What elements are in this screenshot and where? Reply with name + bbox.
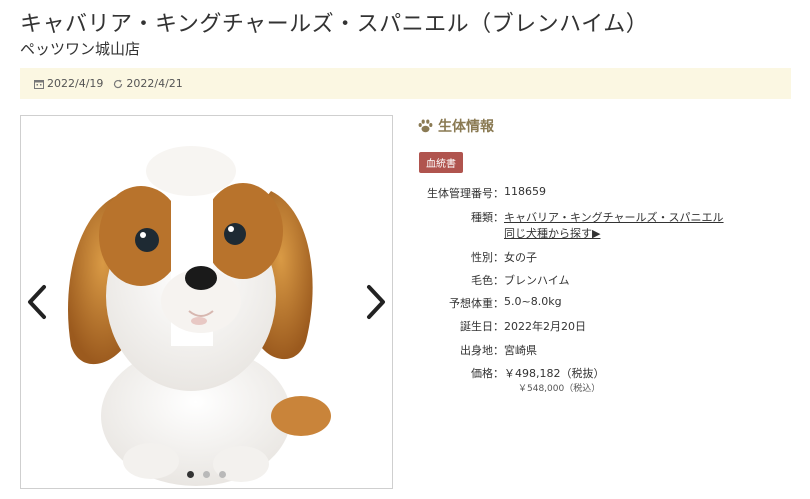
breed-link[interactable]: キャバリア・キングチャールズ・スパニエル [504, 211, 724, 224]
info-row-id: 生体管理番号： 118659 [427, 185, 546, 200]
date-bar: 2022/4/19 2022/4/21 [20, 68, 791, 99]
info-row-price: 価格： ￥498,182（税抜） [471, 367, 605, 380]
info-row-breed: 種類： キャバリア・キングチャールズ・スパニエル 同じ犬種から探す▶ [471, 211, 724, 240]
slide-dot-3[interactable] [219, 471, 227, 478]
same-breed-search-link[interactable]: 同じ犬種から探す▶ [504, 227, 600, 240]
puppy-photo [68, 146, 331, 486]
pet-info-panel: 生体情報 血統書 生体管理番号： 118659 種類： キャバリア・キングチャー… [418, 116, 798, 394]
info-row-sex: 性別： 女の子 [471, 251, 537, 264]
price-with-tax: ￥548,000（税込） [518, 384, 601, 394]
slide-dot-1[interactable] [186, 471, 194, 478]
slide-dot-2[interactable] [203, 471, 210, 478]
refresh-icon [114, 79, 123, 88]
paw-icon [418, 119, 433, 133]
info-heading: 生体情報 [418, 116, 798, 136]
info-row-color: 毛色： ブレンハイム [471, 274, 570, 287]
created-date: 2022/4/19 [34, 77, 103, 90]
shop-name: ペッツワン城山店 [20, 40, 141, 58]
prev-arrow-icon[interactable] [25, 284, 49, 320]
calendar-icon [34, 79, 44, 89]
info-row-birthday: 誕生日： 2022年2月20日 [460, 320, 586, 333]
slide-indicators [21, 463, 392, 482]
updated-date: 2022/4/21 [113, 77, 183, 90]
info-row-origin: 出身地： 宮崎県 [460, 344, 537, 357]
next-arrow-icon[interactable] [364, 284, 388, 320]
photo-gallery[interactable] [20, 115, 393, 489]
pedigree-badge: 血統書 [419, 152, 463, 173]
page-title: キャバリア・キングチャールズ・スパニエル（ブレンハイム） [20, 12, 649, 37]
info-row-weight: 予想体重： 5.0~8.0kg [449, 295, 562, 310]
